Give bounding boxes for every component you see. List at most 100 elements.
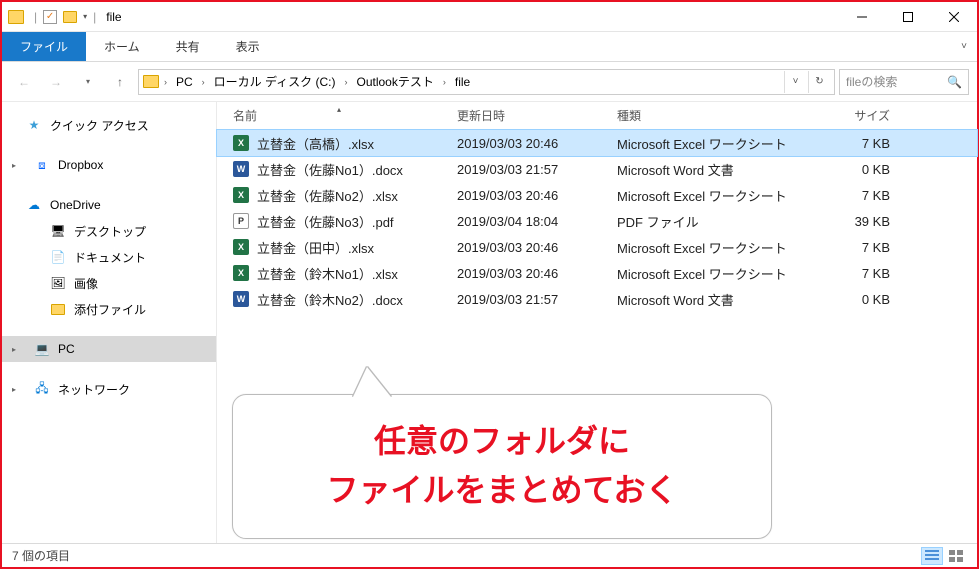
xlsx-icon: X xyxy=(233,187,249,203)
file-name: 立替金（鈴木No1）.xlsx xyxy=(257,264,398,283)
file-row[interactable]: X立替金（田中）.xlsx2019/03/03 20:46Microsoft E… xyxy=(217,234,977,260)
crumb-folder1[interactable]: Outlookテスト xyxy=(353,71,438,92)
docx-icon: W xyxy=(233,161,249,177)
nav-recent-dropdown[interactable]: ▾ xyxy=(74,68,102,96)
nav-pictures[interactable]: 🖼 画像 xyxy=(2,270,216,296)
annotation-callout: 任意のフォルダに ファイルをまとめておく xyxy=(232,394,772,539)
nav-attachments[interactable]: 添付ファイル xyxy=(2,296,216,322)
search-input[interactable]: fileの検索 🔍 xyxy=(839,69,969,95)
view-mode-buttons xyxy=(921,547,967,565)
nav-back-button[interactable]: ← xyxy=(10,68,38,96)
col-header-date[interactable]: 更新日時 xyxy=(457,107,617,124)
crumb-folder2[interactable]: file xyxy=(451,73,474,91)
column-headers: 名前▴ 更新日時 種類 サイズ xyxy=(217,102,977,130)
nav-label: OneDrive xyxy=(50,198,101,212)
xlsx-icon: X xyxy=(233,135,249,151)
nav-up-button[interactable]: ↑ xyxy=(106,68,134,96)
address-bar[interactable]: › PC › ローカル ディスク (C:) › Outlookテスト › fil… xyxy=(138,69,835,95)
address-refresh-icon[interactable]: ↻ xyxy=(808,71,830,93)
star-icon: ★ xyxy=(26,117,42,133)
file-size: 7 KB xyxy=(817,136,902,151)
nav-pc[interactable]: ▸ 💻 PC xyxy=(2,336,216,362)
nav-desktop[interactable]: 🖥 デスクトップ xyxy=(2,218,216,244)
close-button[interactable] xyxy=(931,2,977,32)
desktop-icon: 🖥 xyxy=(50,223,66,239)
file-row[interactable]: W立替金（佐藤No1）.docx2019/03/03 21:57Microsof… xyxy=(217,156,977,182)
nav-documents[interactable]: 📄 ドキュメント xyxy=(2,244,216,270)
ribbon-expand-icon[interactable]: ˅ xyxy=(951,32,977,61)
crumb-chevron-icon[interactable]: › xyxy=(161,77,170,87)
nav-quick-access[interactable]: ★ クイック アクセス xyxy=(2,112,216,138)
chevron-right-icon[interactable]: ▸ xyxy=(12,161,22,170)
file-date: 2019/03/03 20:46 xyxy=(457,240,617,255)
window-title: file xyxy=(106,10,121,24)
pictures-icon: 🖼 xyxy=(50,275,66,291)
file-row[interactable]: P立替金（佐藤No3）.pdf2019/03/04 18:04PDF ファイル3… xyxy=(217,208,977,234)
file-size: 7 KB xyxy=(817,188,902,203)
search-icon: 🔍 xyxy=(947,75,962,89)
nav-label: 画像 xyxy=(74,275,98,292)
col-header-size[interactable]: サイズ xyxy=(817,107,902,124)
ribbon-tab-view[interactable]: 表示 xyxy=(218,32,278,61)
file-date: 2019/03/03 20:46 xyxy=(457,266,617,281)
view-details-button[interactable] xyxy=(921,547,943,565)
qat-separator: | xyxy=(34,10,37,24)
col-header-name[interactable]: 名前▴ xyxy=(217,107,457,124)
folder-icon xyxy=(8,10,24,24)
file-name: 立替金（佐藤No3）.pdf xyxy=(257,212,394,231)
crumb-chevron-icon[interactable]: › xyxy=(342,77,351,87)
file-name: 立替金（鈴木No2）.docx xyxy=(257,290,403,309)
nav-dropbox[interactable]: ▸ ⧈ Dropbox xyxy=(2,152,216,178)
nav-forward-button[interactable]: → xyxy=(42,68,70,96)
nav-network[interactable]: ▸ 🖧 ネットワーク xyxy=(2,376,216,402)
crumb-chevron-icon[interactable]: › xyxy=(199,77,208,87)
qat-folder-icon[interactable] xyxy=(63,11,77,23)
file-type: Microsoft Word 文書 xyxy=(617,290,817,309)
chevron-right-icon[interactable]: ▸ xyxy=(12,385,22,394)
qat-dropdown-icon[interactable]: ▾ xyxy=(83,12,87,21)
file-size: 0 KB xyxy=(817,292,902,307)
address-dropdown-icon[interactable]: ˅ xyxy=(784,71,806,93)
qat-checkbox-icon[interactable]: ✓ xyxy=(43,10,57,24)
file-row[interactable]: X立替金（高橋）.xlsx2019/03/03 20:46Microsoft E… xyxy=(217,130,977,156)
file-name: 立替金（佐藤No2）.xlsx xyxy=(257,186,398,205)
file-name: 立替金（高橋）.xlsx xyxy=(257,134,374,153)
qat-separator-2: | xyxy=(93,10,96,24)
ribbon-tab-share[interactable]: 共有 xyxy=(158,32,218,61)
maximize-button[interactable] xyxy=(885,2,931,32)
file-row[interactable]: W立替金（鈴木No2）.docx2019/03/03 21:57Microsof… xyxy=(217,286,977,312)
file-row[interactable]: X 立替金（佐藤No2）.xlsx 2019/03/03 20:46Microsof… xyxy=(217,182,977,208)
ribbon-tab-file[interactable]: ファイル xyxy=(2,32,86,61)
ribbon-tab-home[interactable]: ホーム xyxy=(86,32,158,61)
nav-onedrive[interactable]: ☁ OneDrive xyxy=(2,192,216,218)
search-placeholder: fileの検索 xyxy=(846,73,897,90)
chevron-right-icon[interactable]: ▸ xyxy=(12,345,22,354)
crumb-pc[interactable]: PC xyxy=(172,73,197,91)
pc-icon: 💻 xyxy=(34,341,50,357)
nav-label: デスクトップ xyxy=(74,223,146,240)
ribbon: ファイル ホーム 共有 表示 ˅ xyxy=(2,32,977,62)
window-controls xyxy=(839,2,977,32)
crumb-disk[interactable]: ローカル ディスク (C:) xyxy=(210,71,340,92)
file-type: PDF ファイル xyxy=(617,212,817,231)
col-header-type[interactable]: 種類 xyxy=(617,107,817,124)
view-large-button[interactable] xyxy=(945,547,967,565)
xlsx-icon: X xyxy=(233,265,249,281)
file-row[interactable]: X立替金（鈴木No1）.xlsx2019/03/03 20:46Microsof… xyxy=(217,260,977,286)
nav-label: 添付ファイル xyxy=(74,301,146,318)
file-type: Microsoft Excel ワークシート xyxy=(617,186,817,205)
folder-icon xyxy=(50,301,66,317)
minimize-button[interactable] xyxy=(839,2,885,32)
crumb-chevron-icon[interactable]: › xyxy=(440,77,449,87)
network-icon: 🖧 xyxy=(34,381,50,397)
file-rows: X立替金（高橋）.xlsx2019/03/03 20:46Microsoft E… xyxy=(217,130,977,312)
nav-label: クイック アクセス xyxy=(50,117,149,134)
nav-label: Dropbox xyxy=(58,158,103,172)
callout-tail xyxy=(353,367,391,397)
callout-line1: 任意のフォルダに xyxy=(263,417,741,467)
callout-line2: ファイルをまとめておく xyxy=(263,466,741,516)
status-text: 7 個の項目 xyxy=(12,547,70,564)
file-date: 2019/03/03 21:57 xyxy=(457,162,617,177)
file-date: 2019/03/03 20:46 xyxy=(457,188,617,203)
onedrive-icon: ☁ xyxy=(26,197,42,213)
